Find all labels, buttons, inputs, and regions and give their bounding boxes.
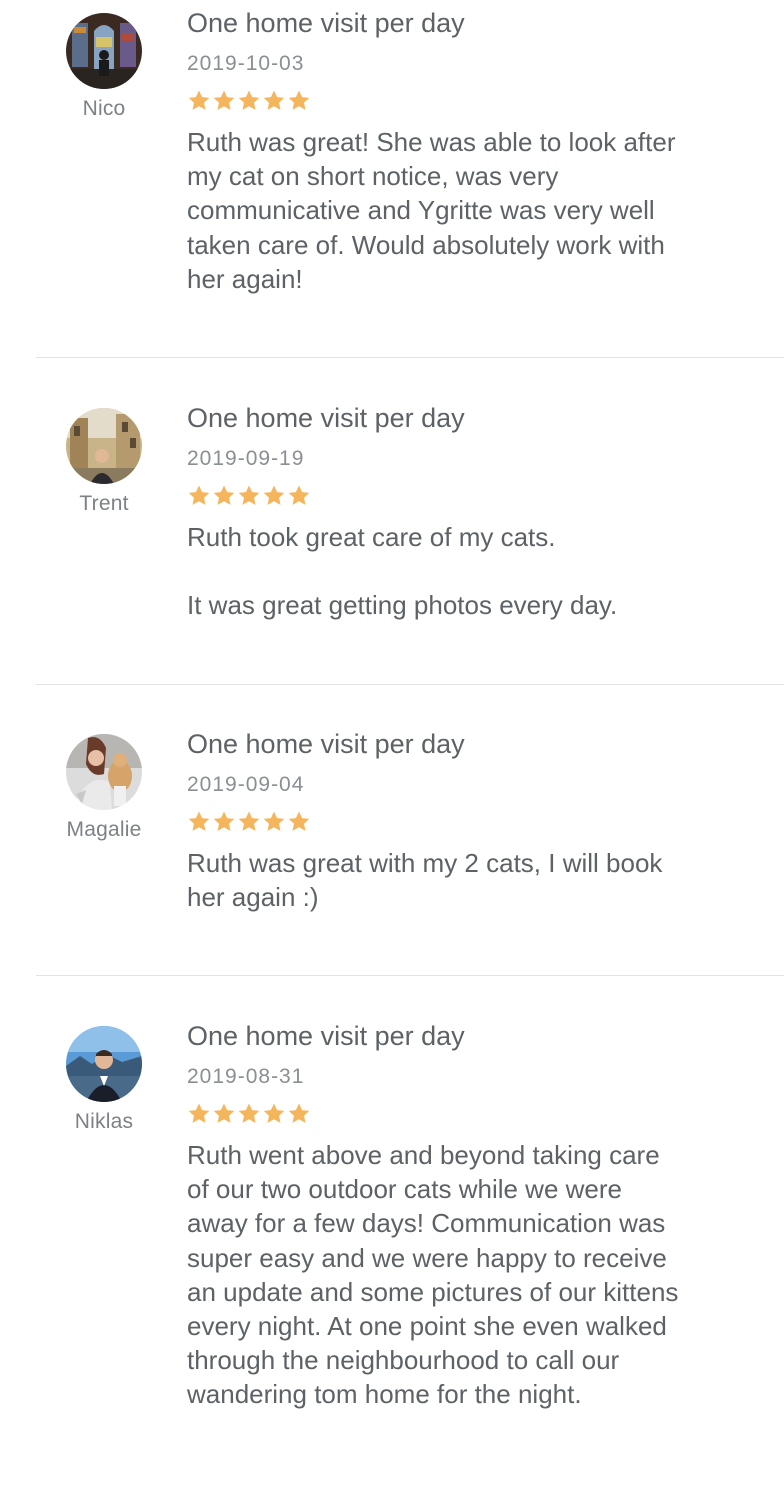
- service-title: One home visit per day: [187, 8, 465, 38]
- star-icon: [262, 1102, 286, 1126]
- star-icon: [287, 810, 311, 834]
- star-icon: [187, 484, 211, 508]
- reviewer-name[interactable]: Trent: [48, 492, 160, 516]
- review-content: One home visit per day 2019-09-04 Ruth w…: [187, 728, 757, 914]
- divider: [36, 975, 784, 976]
- review-text: Ruth was great! She was able to look aft…: [187, 127, 676, 294]
- star-icon: [187, 810, 211, 834]
- review-content: One home visit per day 2019-09-19 Ruth t…: [187, 402, 757, 623]
- review-date: 2019-09-04: [187, 773, 305, 796]
- review-text: Ruth took great care of my cats. It was …: [187, 522, 618, 621]
- star-rating: [187, 810, 757, 836]
- service-title: One home visit per day: [187, 729, 465, 759]
- star-icon: [262, 484, 286, 508]
- star-icon: [287, 1102, 311, 1126]
- star-icon: [237, 484, 261, 508]
- review-date: 2019-10-03: [187, 52, 305, 75]
- star-icon: [212, 89, 236, 113]
- star-rating: [187, 484, 757, 510]
- star-icon: [187, 1102, 211, 1126]
- reviewer-name[interactable]: Niklas: [48, 1110, 160, 1134]
- star-icon: [262, 810, 286, 834]
- avatar[interactable]: [66, 13, 142, 89]
- star-icon: [287, 484, 311, 508]
- service-title: One home visit per day: [187, 403, 465, 433]
- avatar[interactable]: [66, 734, 142, 810]
- star-icon: [212, 1102, 236, 1126]
- star-icon: [187, 89, 211, 113]
- star-rating: [187, 89, 757, 115]
- star-icon: [212, 810, 236, 834]
- review-date: 2019-09-19: [187, 447, 305, 470]
- star-icon: [212, 484, 236, 508]
- star-icon: [262, 89, 286, 113]
- avatar[interactable]: [66, 1026, 142, 1102]
- review-text: Ruth went above and beyond taking care o…: [187, 1140, 679, 1410]
- star-icon: [287, 89, 311, 113]
- divider: [36, 684, 784, 685]
- review-date: 2019-08-31: [187, 1065, 305, 1088]
- star-icon: [237, 1102, 261, 1126]
- service-title: One home visit per day: [187, 1021, 465, 1051]
- star-rating: [187, 1102, 757, 1128]
- review-content: One home visit per day 2019-08-31 Ruth w…: [187, 1020, 757, 1412]
- review-text: Ruth was great with my 2 cats, I will bo…: [187, 848, 663, 913]
- avatar[interactable]: [66, 408, 142, 484]
- reviewer-name[interactable]: Magalie: [48, 818, 160, 842]
- review-content: One home visit per day 2019-10-03 Ruth w…: [187, 7, 757, 296]
- star-icon: [237, 89, 261, 113]
- star-icon: [237, 810, 261, 834]
- divider: [36, 357, 784, 358]
- reviewer-name[interactable]: Nico: [48, 97, 160, 121]
